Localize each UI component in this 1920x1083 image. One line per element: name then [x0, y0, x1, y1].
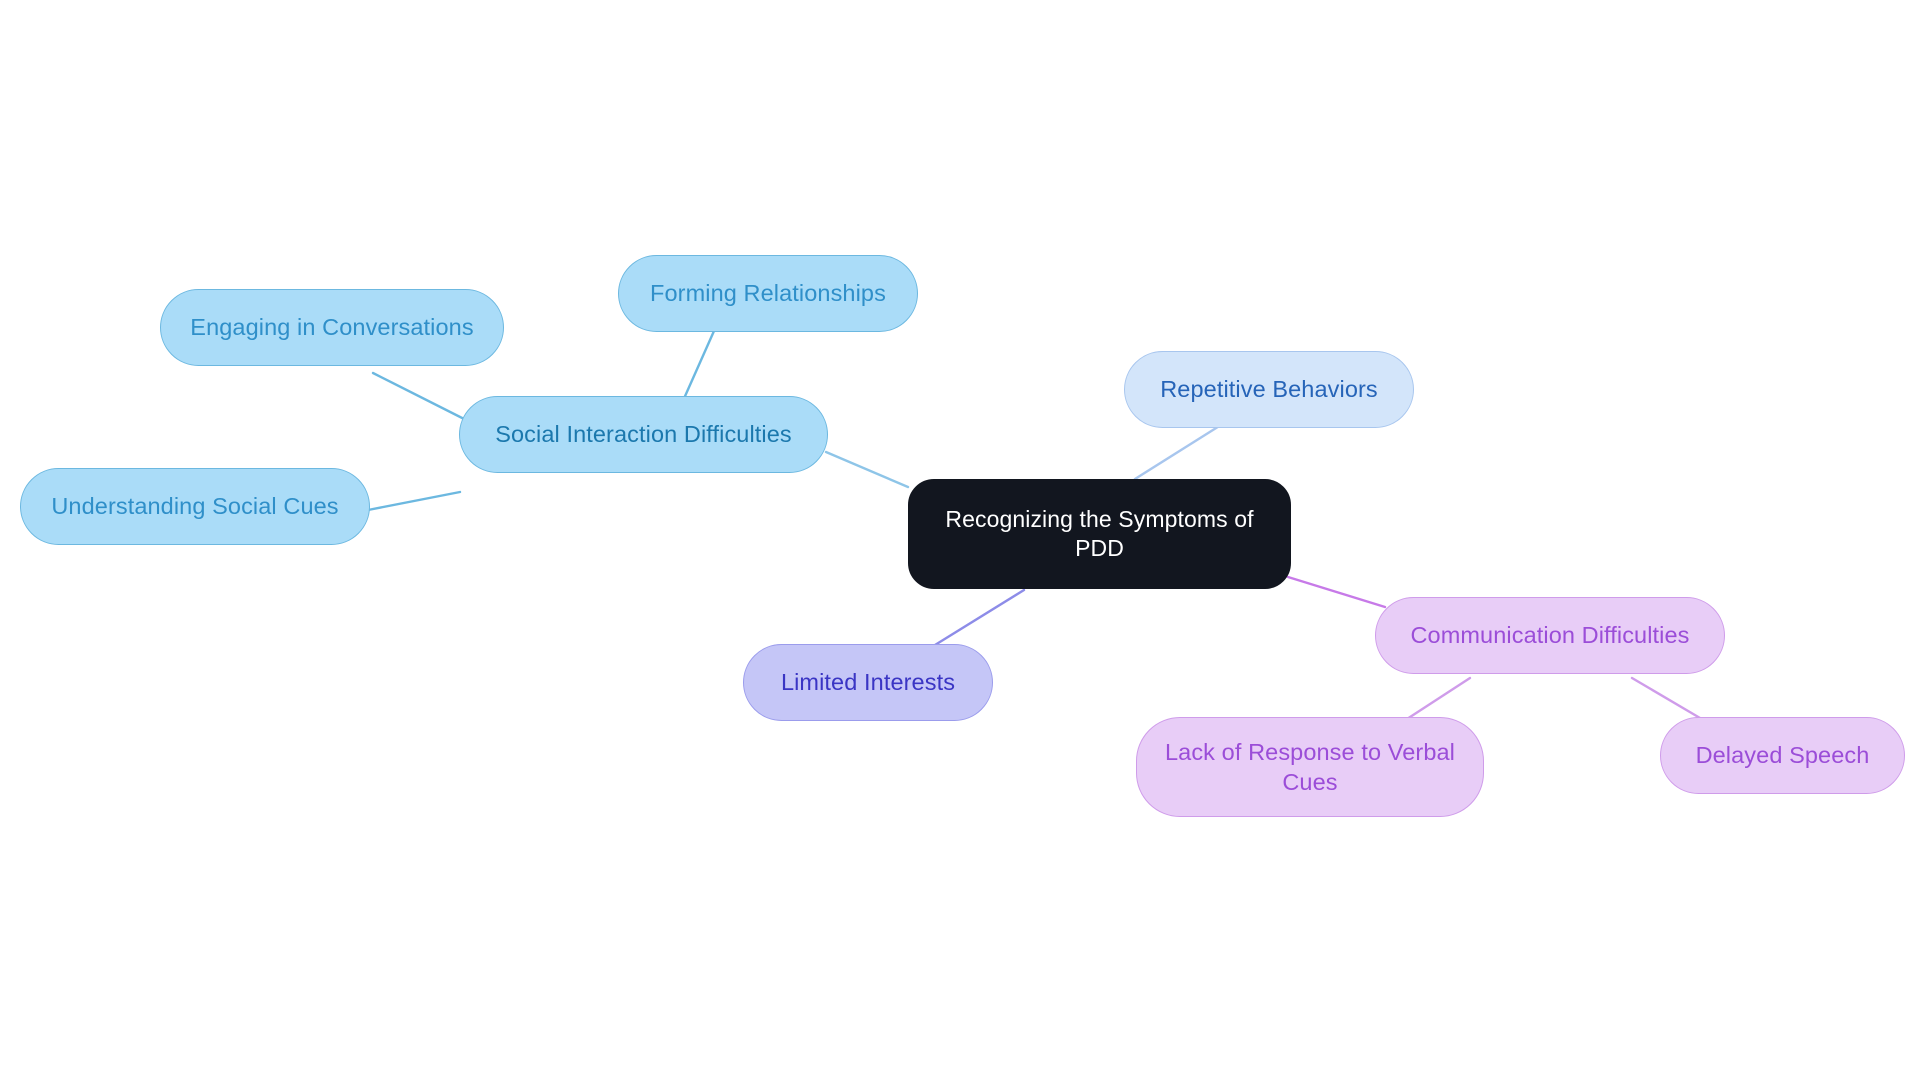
mindmap-node-root[interactable]: Recognizing the Symptoms of PDD [908, 479, 1291, 589]
mindmap-node-delayed-speech[interactable]: Delayed Speech [1660, 717, 1905, 794]
mindmap-node-lack-of-response-to-verbal-cues[interactable]: Lack of Response to Verbal Cues [1136, 717, 1484, 817]
mindmap-node-communication-difficulties[interactable]: Communication Difficulties [1375, 597, 1725, 674]
edge-social-interaction-understanding-social-cues [366, 490, 462, 512]
mindmap-node-repetitive-behaviors[interactable]: Repetitive Behaviors [1124, 351, 1414, 428]
edge-communication-delayed-speech [1630, 676, 1702, 720]
edge-social-interaction-engaging-conversations [371, 371, 476, 426]
mindmap-node-forming-relationships[interactable]: Forming Relationships [618, 255, 918, 332]
edge-root-communication-difficulties [1286, 575, 1387, 609]
mindmap-node-social-interaction-difficulties[interactable]: Social Interaction Difficulties [459, 396, 828, 473]
mindmap-canvas: Recognizing the Symptoms of PDD Social I… [0, 0, 1920, 1083]
mindmap-node-limited-interests[interactable]: Limited Interests [743, 644, 993, 721]
mindmap-node-understanding-social-cues[interactable]: Understanding Social Cues [20, 468, 370, 545]
edge-communication-lack-of-response [1405, 676, 1472, 721]
edge-root-limited-interests [933, 588, 1026, 647]
mindmap-node-engaging-in-conversations[interactable]: Engaging in Conversations [160, 289, 504, 366]
edge-root-social-interaction [824, 450, 910, 489]
